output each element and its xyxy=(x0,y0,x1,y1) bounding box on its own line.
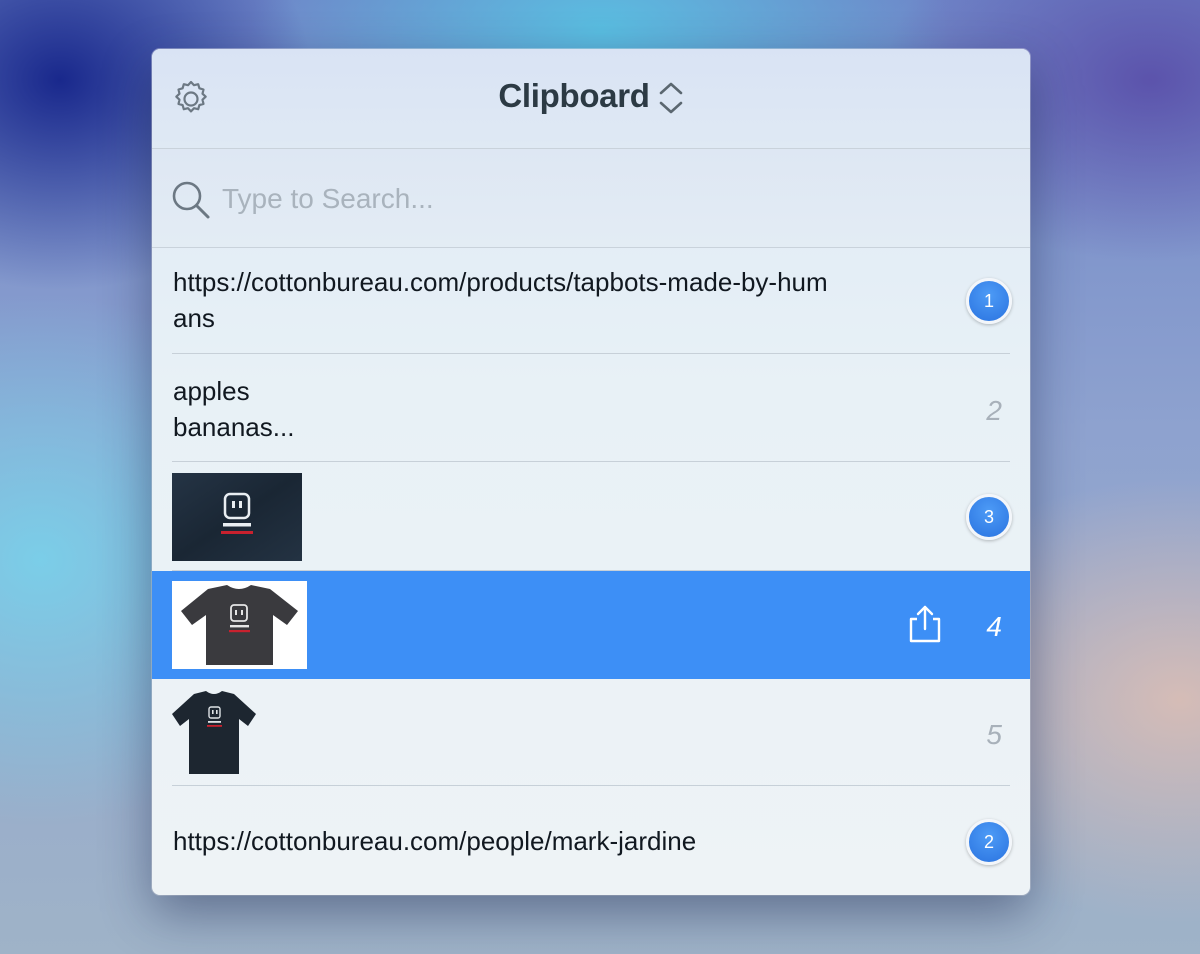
shortcut-badge: 2 xyxy=(966,819,1012,865)
shortcut-badge: 3 xyxy=(966,494,1012,540)
tapbots-tshirt-front-image xyxy=(172,691,256,774)
clipboard-item-5[interactable]: 5 xyxy=(152,679,1030,786)
search-icon xyxy=(172,181,210,219)
window-title: Clipboard xyxy=(498,77,650,114)
clipboard-window: Clipboard https://cottonbureau.com/produ… xyxy=(152,49,1030,895)
search-bar xyxy=(152,149,1030,248)
tapbots-tshirt-image xyxy=(172,581,307,669)
clipboard-item-4-selected[interactable]: 4 xyxy=(152,571,1030,679)
tapbots-logo-fabric-image xyxy=(172,473,302,561)
search-input[interactable] xyxy=(220,175,984,223)
shortcut-badge: 1 xyxy=(966,278,1012,324)
share-icon[interactable] xyxy=(906,604,944,644)
window-title-switcher[interactable]: Clipboard xyxy=(152,77,1030,116)
title-bar: Clipboard xyxy=(152,49,1030,149)
shortcut-number: 4 xyxy=(986,611,1002,642)
clipboard-item-6[interactable]: https://cottonbureau.com/people/mark-jar… xyxy=(152,787,1030,894)
shortcut-number: 2 xyxy=(986,395,1002,426)
clipboard-item-text: https://cottonbureau.com/products/tapbot… xyxy=(173,267,828,333)
divider xyxy=(172,461,1010,462)
divider xyxy=(172,353,1010,354)
clipboard-item-3[interactable]: 3 xyxy=(152,463,1030,571)
shortcut-number: 5 xyxy=(986,719,1002,750)
clipboard-item-2[interactable]: apples bananas... 2 xyxy=(152,355,1030,462)
clipboard-item-text: apples bananas... xyxy=(173,376,295,442)
divider xyxy=(172,785,1010,786)
clipboard-item-1[interactable]: https://cottonbureau.com/products/tapbot… xyxy=(152,248,1030,354)
clipboard-item-text: https://cottonbureau.com/people/mark-jar… xyxy=(173,826,697,856)
up-down-chevron-icon xyxy=(659,82,682,114)
